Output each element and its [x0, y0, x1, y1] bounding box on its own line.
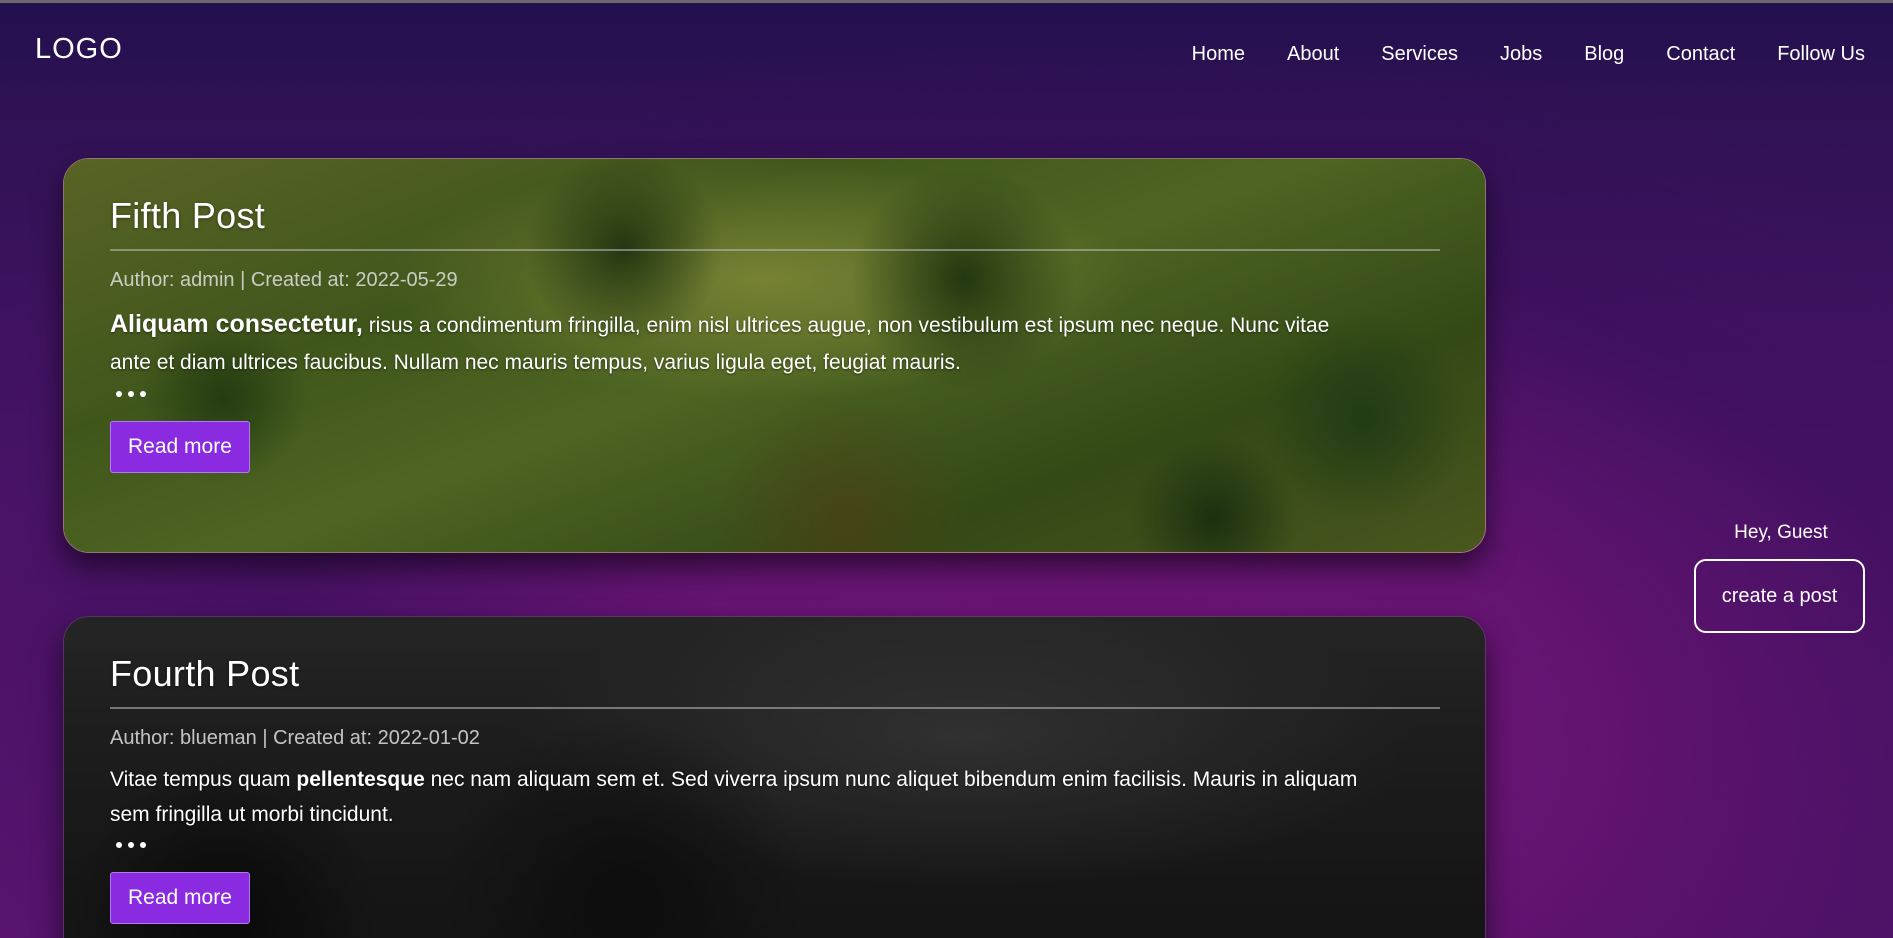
post-title: Fourth Post	[110, 653, 300, 694]
post-excerpt: Vitae tempus quam pellentesque nec nam a…	[110, 762, 1370, 832]
post-title: Fifth Post	[110, 195, 266, 236]
excerpt-bold: pellentesque	[296, 768, 425, 791]
divider	[110, 249, 1440, 251]
greeting-text: Hey, Guest	[1734, 522, 1828, 543]
logo[interactable]: LOGO	[35, 33, 123, 66]
nav-home[interactable]: Home	[1192, 43, 1245, 66]
nav-contact[interactable]: Contact	[1666, 43, 1735, 66]
read-more-button[interactable]: Read more	[110, 872, 250, 924]
ellipsis-icon	[110, 842, 1440, 848]
excerpt-bold-lead: Aliquam consectetur,	[110, 310, 363, 338]
post-meta: Author: blueman | Created at: 2022-01-02	[110, 727, 480, 749]
main-nav: Home About Services Jobs Blog Contact Fo…	[1192, 43, 1865, 66]
post-card-fifth: Fifth Post Author: admin | Created at: 2…	[63, 158, 1486, 553]
nav-follow-us[interactable]: Follow Us	[1777, 43, 1865, 66]
post-meta: Author: admin | Created at: 2022-05-29	[110, 269, 458, 291]
ellipsis-icon	[110, 391, 1440, 397]
read-more-button[interactable]: Read more	[110, 421, 250, 473]
create-post-button[interactable]: create a post	[1694, 559, 1865, 633]
excerpt-text: Vitae tempus quam	[110, 768, 297, 791]
nav-about[interactable]: About	[1287, 43, 1339, 66]
nav-services[interactable]: Services	[1381, 43, 1458, 66]
post-card-fourth: Fourth Post Author: blueman | Created at…	[63, 616, 1486, 938]
nav-jobs[interactable]: Jobs	[1500, 43, 1542, 66]
nav-blog[interactable]: Blog	[1584, 43, 1624, 66]
post-excerpt: Aliquam consectetur, risus a condimentum…	[110, 306, 1370, 381]
divider	[110, 707, 1440, 709]
